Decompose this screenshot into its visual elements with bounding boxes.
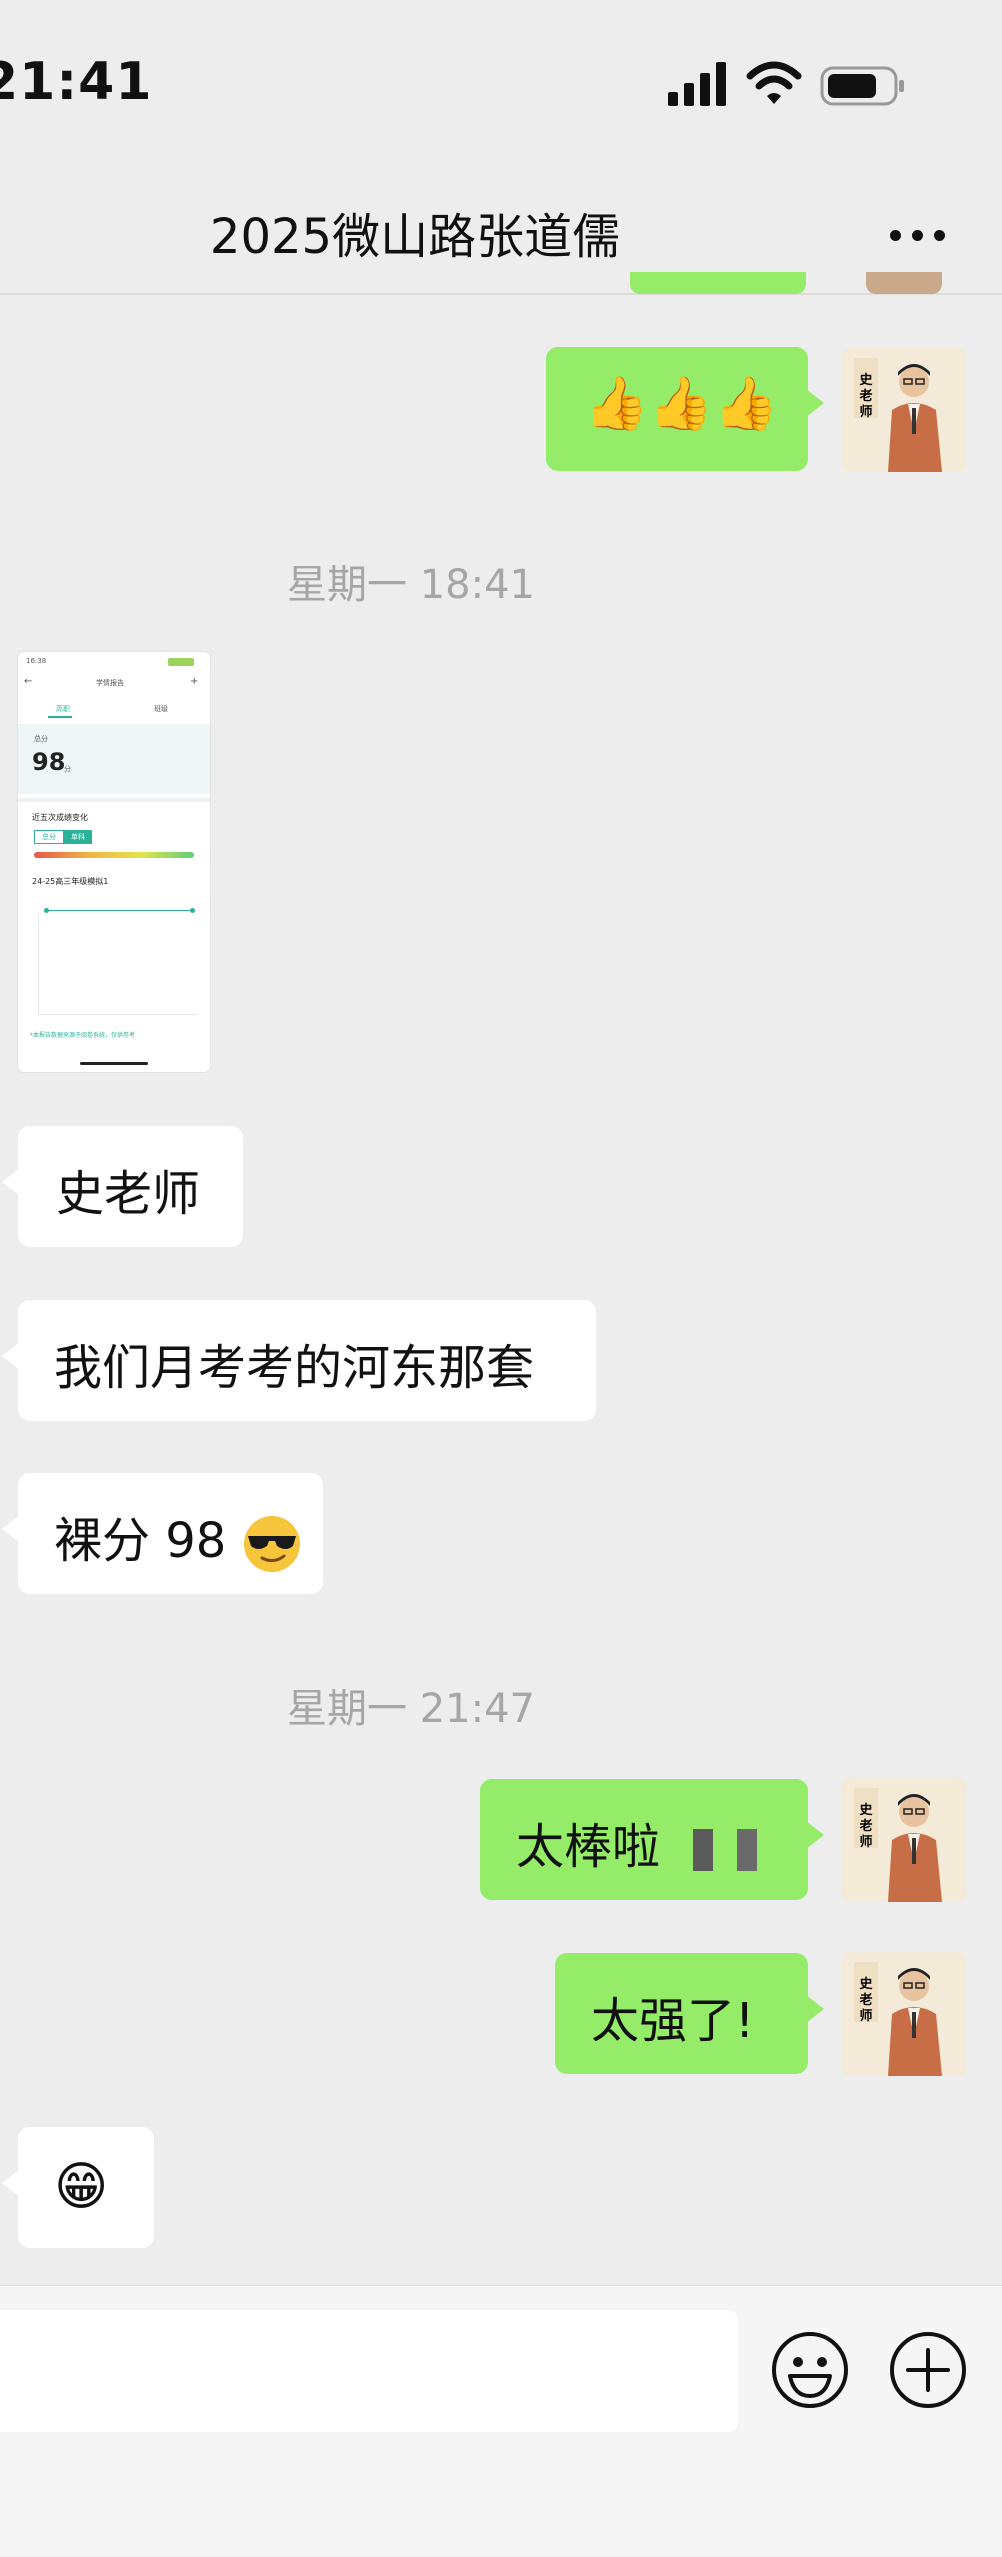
status-bar: 21:41: [0, 0, 1002, 175]
preview-tab: 班级: [154, 705, 168, 713]
wifi-icon: [746, 61, 802, 104]
preview-subtitle: 24-25高三年级模拟1: [32, 877, 109, 886]
svg-text:老: 老: [858, 388, 872, 404]
message-bubble-self[interactable]: 太强了!: [555, 1953, 824, 2074]
status-time: 21:41: [0, 52, 153, 112]
previous-avatar-edge: [866, 272, 942, 294]
input-bar: [0, 2285, 1002, 2557]
image-message[interactable]: 16:38 ← 学情报告 + 高职 班级 总分 98 分 近五次成绩变化 总分 …: [18, 652, 210, 1072]
preview-gradient-bar: [34, 852, 194, 858]
preview-more-icon: +: [190, 676, 199, 687]
blurred-region: [736, 1829, 757, 1871]
plus-icon[interactable]: [888, 2330, 968, 2410]
svg-text:史: 史: [859, 1802, 873, 1818]
preview-score-label: 总分: [34, 735, 48, 743]
cool-face-emoji: [243, 1516, 300, 1572]
preview-score-suffix: 分: [64, 765, 71, 773]
svg-text:师: 师: [859, 2008, 872, 2024]
preview-footer: *本报告数据来源于阅卷系统，仅供参考: [30, 1032, 136, 1039]
svg-text:史: 史: [859, 372, 873, 388]
message-text: 我们月考考的河东那套: [54, 1340, 535, 1396]
message-bubble[interactable]: 我们月考考的河东那套: [2, 1300, 596, 1421]
preview-tab: 高职: [56, 705, 70, 713]
thumbs-up-emoji: 👍👍👍: [584, 374, 779, 434]
message-text: 太棒啦: [516, 1819, 661, 1875]
more-dot-icon: [933, 229, 945, 241]
svg-text:老: 老: [858, 1818, 872, 1834]
chat-title: 2025微山路张道儒: [209, 209, 621, 265]
preview-home-indicator: [80, 1062, 148, 1065]
more-options-button[interactable]: [872, 205, 962, 265]
chat-header: 2025微山路张道儒: [0, 175, 1002, 295]
preview-back-icon: ←: [24, 676, 33, 687]
self-avatar[interactable]: 史 老 师: [842, 1778, 966, 1902]
svg-text:史: 史: [859, 1976, 873, 1992]
preview-score: 98: [32, 748, 66, 776]
battery-icon: [820, 66, 904, 106]
more-dot-icon: [889, 229, 901, 241]
message-bubble[interactable]: 史老师: [2, 1126, 243, 1247]
previous-bubble-edge: [630, 272, 806, 294]
emoji-icon[interactable]: [770, 2330, 850, 2410]
preview-divider: [18, 798, 210, 802]
message-bubble-self[interactable]: 太棒啦: [480, 1779, 824, 1900]
message-bubble-thumbs[interactable]: 👍👍👍: [546, 347, 824, 471]
preview-chart-point: [44, 908, 49, 913]
message-bubble[interactable]: 😁: [2, 2127, 154, 2248]
svg-text:老: 老: [858, 1992, 872, 2008]
message-text: 史老师: [56, 1166, 201, 1222]
blurred-region: [693, 1829, 714, 1871]
message-text: 裸分 98: [54, 1513, 227, 1569]
preview-chart-point: [190, 908, 195, 913]
svg-text:师: 师: [859, 404, 872, 420]
message-input[interactable]: [0, 2310, 738, 2432]
message-text: 太强了!: [591, 1993, 755, 2049]
preview-chip: 总分: [34, 830, 64, 844]
preview-battery-icon: [168, 658, 194, 666]
preview-chip: 单科: [64, 830, 92, 844]
preview-section-title: 近五次成绩变化: [32, 813, 88, 822]
preview-title: 学情报告: [96, 679, 124, 687]
self-avatar[interactable]: 史 老 师: [842, 348, 966, 472]
preview-tab-underline: [48, 716, 72, 718]
more-dot-icon: [911, 229, 923, 241]
message-bubble[interactable]: 裸分 98: [2, 1473, 323, 1594]
self-avatar[interactable]: 史 老 师: [842, 1952, 966, 2076]
timestamp: 星期一 18:41: [287, 562, 535, 608]
timestamp: 星期一 21:47: [287, 1686, 535, 1732]
signal-icon: [668, 62, 726, 106]
preview-chart-axis: [38, 1014, 198, 1015]
preview-line-chart: [46, 910, 194, 911]
svg-text:师: 师: [859, 1834, 872, 1850]
preview-chart-axis: [38, 914, 39, 1014]
grin-emoji: 😁: [54, 2157, 109, 2217]
preview-status-time: 16:38: [26, 657, 47, 665]
